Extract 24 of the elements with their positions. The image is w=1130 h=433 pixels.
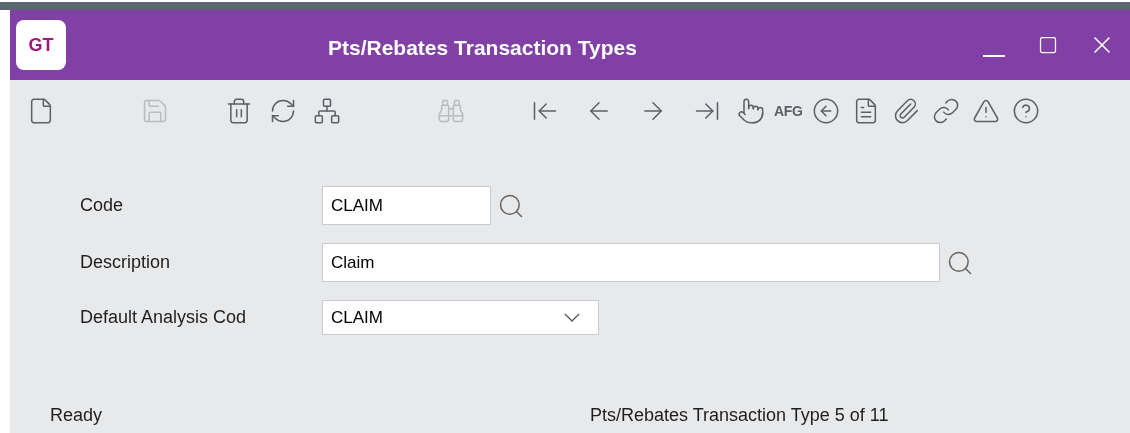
diagram-icon: [313, 97, 341, 125]
field-label: Code: [80, 194, 125, 217]
maximize-icon: [1038, 35, 1058, 55]
refresh-icon: [269, 97, 297, 125]
binoculars-icon: [437, 97, 465, 125]
field-label: Default Analysis Cod: [80, 306, 248, 329]
afg-button[interactable]: AFG: [774, 100, 803, 122]
window-title: Pts/Rebates Transaction Types: [328, 35, 637, 61]
link-icon: [931, 97, 960, 125]
status-text: Ready: [50, 403, 104, 427]
text-field[interactable]: Claim: [322, 243, 940, 282]
warning-icon: [971, 97, 1000, 125]
dropdown-field[interactable]: CLAIM: [322, 300, 599, 335]
app-logo: GT: [16, 20, 66, 70]
chevron-down-icon: [564, 313, 580, 322]
pointing-hand-icon: [737, 97, 765, 125]
field-label: Description: [80, 251, 172, 274]
text-field[interactable]: CLAIM: [322, 186, 491, 225]
save-icon: [141, 97, 169, 125]
help-icon: [1011, 97, 1040, 125]
back-circle-icon: [811, 97, 840, 125]
record-position-text: Pts/Rebates Transaction Type 5 of 11: [590, 403, 889, 427]
delete-icon: [225, 97, 253, 125]
minimize-icon: [983, 55, 1005, 57]
